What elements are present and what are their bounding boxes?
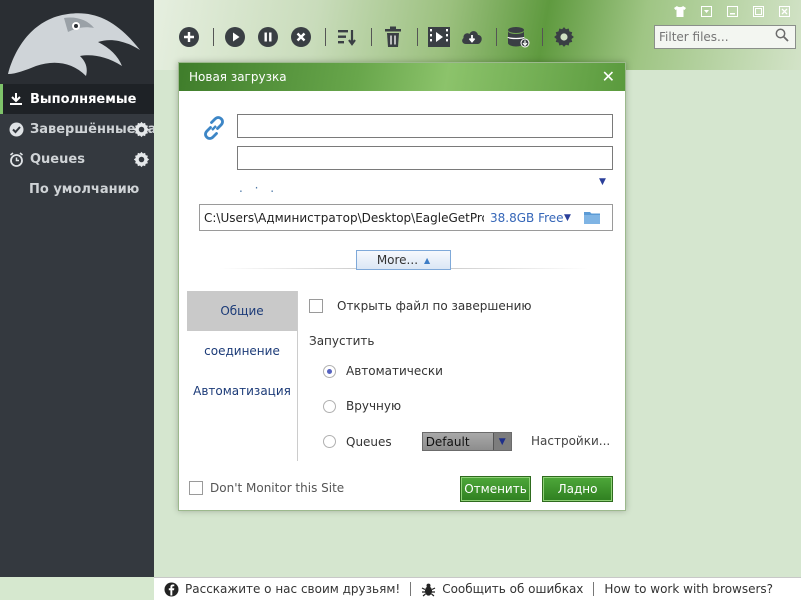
folder-icon[interactable]: [583, 210, 601, 225]
start-auto-option[interactable]: Автоматически: [323, 364, 443, 378]
filter-field[interactable]: [654, 25, 796, 49]
sidebar-item-default-queue[interactable]: По умолчанию: [0, 174, 154, 204]
link-icon: [201, 115, 227, 145]
save-path-text[interactable]: C:\Users\Администратор\Desktop\EagleGetP…: [200, 211, 484, 225]
report-bug-link[interactable]: Сообщить об ошибках: [411, 582, 593, 597]
close-icon[interactable]: ✕: [602, 67, 615, 86]
window-controls: [667, 2, 797, 20]
queue-select-value: Default: [422, 433, 493, 450]
skin-icon[interactable]: [667, 2, 693, 20]
start-queue-label: Queues: [346, 434, 392, 449]
start-auto-label: Автоматически: [346, 364, 443, 378]
dont-monitor-checkbox[interactable]: [189, 481, 203, 495]
options-tabs: Общие соединение Автоматизация: [187, 291, 297, 411]
dialog-title: Новая загрузка: [189, 70, 287, 84]
free-space-label: 38.8GB Free: [490, 210, 564, 225]
chevron-down-icon[interactable]: ▼: [492, 433, 511, 450]
save-path-field[interactable]: C:\Users\Администратор\Desktop\EagleGetP…: [199, 204, 613, 231]
sidebar-item-label: Выполняемые: [30, 91, 137, 107]
sidebar: Выполняемые Завершённые за Queues По умо…: [0, 0, 154, 577]
toolbar-separator: [325, 28, 326, 46]
minimize-tray-icon[interactable]: [693, 2, 719, 20]
facebook-icon: [164, 582, 179, 597]
sort-icon[interactable]: [332, 22, 362, 52]
alarm-clock-icon: [8, 151, 24, 167]
cancel-button[interactable]: Отменить: [460, 476, 531, 502]
bug-icon: [421, 582, 436, 597]
browsers-help-link[interactable]: How to work with browsers?: [594, 582, 783, 596]
toolbar-separator: [496, 28, 497, 46]
close-icon[interactable]: [771, 2, 797, 20]
general-panel: Открыть файл по завершению Запустить Авт…: [307, 291, 617, 461]
tab-connection[interactable]: соединение: [187, 331, 297, 371]
start-manual-label: Вручную: [346, 399, 402, 413]
minimize-icon[interactable]: [719, 2, 745, 20]
url-input[interactable]: [237, 114, 613, 138]
chevron-down-icon[interactable]: ▼: [599, 177, 606, 187]
gear-icon[interactable]: [133, 121, 150, 142]
status-bar: Расскажите о нас своим друзьям! Сообщить…: [154, 577, 801, 600]
toolbar: [174, 22, 582, 52]
toolbar-separator: [417, 28, 418, 46]
more-label: More...: [376, 253, 419, 267]
start-queue-option[interactable]: Queues Default ▼: [323, 432, 512, 451]
new-download-dialog: Новая загрузка ✕ . · . ▼ C:\Users\Админи…: [178, 62, 626, 511]
cloud-download-icon[interactable]: [457, 22, 487, 52]
trash-icon[interactable]: [378, 22, 408, 52]
tab-automation[interactable]: Автоматизация: [187, 371, 297, 411]
open-on-complete-label: Открыть файл по завершению: [337, 299, 532, 313]
report-label: Сообщить об ошибках: [442, 582, 584, 596]
maximize-icon[interactable]: [745, 2, 771, 20]
video-icon[interactable]: [424, 22, 454, 52]
file-name-input[interactable]: [237, 146, 613, 170]
settings-icon[interactable]: [549, 22, 579, 52]
check-circle-icon: [8, 121, 24, 137]
open-on-complete-option[interactable]: Открыть файл по завершению: [309, 299, 531, 313]
share-label: Расскажите о нас своим друзьям!: [185, 582, 401, 596]
sidebar-item-queues[interactable]: Queues: [0, 144, 154, 174]
dialog-titlebar: Новая загрузка ✕: [179, 63, 625, 91]
start-manual-option[interactable]: Вручную: [323, 399, 401, 413]
play-icon[interactable]: [220, 22, 250, 52]
start-auto-radio[interactable]: [323, 364, 336, 378]
tab-divider: [297, 291, 298, 461]
sidebar-item-completed[interactable]: Завершённые за: [0, 114, 154, 144]
queue-settings-link[interactable]: Настройки...: [531, 434, 610, 448]
sidebar-item-active[interactable]: Выполняемые: [0, 84, 154, 114]
chevron-up-icon: ▲: [424, 255, 431, 265]
tab-general[interactable]: Общие: [187, 291, 297, 331]
eagle-logo-icon: [8, 13, 140, 76]
toolbar-separator: [213, 28, 214, 46]
ok-button[interactable]: Ладно: [542, 476, 613, 502]
chevron-down-icon[interactable]: ▼: [564, 213, 571, 223]
add-icon[interactable]: [174, 22, 204, 52]
start-queue-radio[interactable]: [323, 435, 336, 448]
download-icon: [8, 91, 24, 107]
loading-indicator: . · .: [239, 181, 279, 195]
queue-select[interactable]: Default ▼: [421, 432, 512, 451]
share-link[interactable]: Расскажите о нас своим друзьям!: [154, 582, 410, 597]
start-manual-radio[interactable]: [323, 399, 336, 413]
search-icon[interactable]: [775, 28, 789, 46]
dont-monitor-option[interactable]: Don't Monitor this Site: [189, 481, 344, 495]
start-label: Запустить: [309, 334, 375, 348]
stop-icon[interactable]: [286, 22, 316, 52]
sidebar-item-label: Queues: [30, 151, 85, 167]
open-on-complete-checkbox[interactable]: [309, 299, 323, 313]
toolbar-separator: [371, 28, 372, 46]
dont-monitor-label: Don't Monitor this Site: [210, 481, 345, 495]
app-logo: [0, 0, 154, 84]
more-button[interactable]: More... ▲: [356, 250, 451, 270]
pause-icon[interactable]: [253, 22, 283, 52]
database-icon[interactable]: [503, 22, 533, 52]
filter-input[interactable]: [659, 30, 775, 44]
toolbar-separator: [542, 28, 543, 46]
gear-icon[interactable]: [133, 151, 150, 172]
